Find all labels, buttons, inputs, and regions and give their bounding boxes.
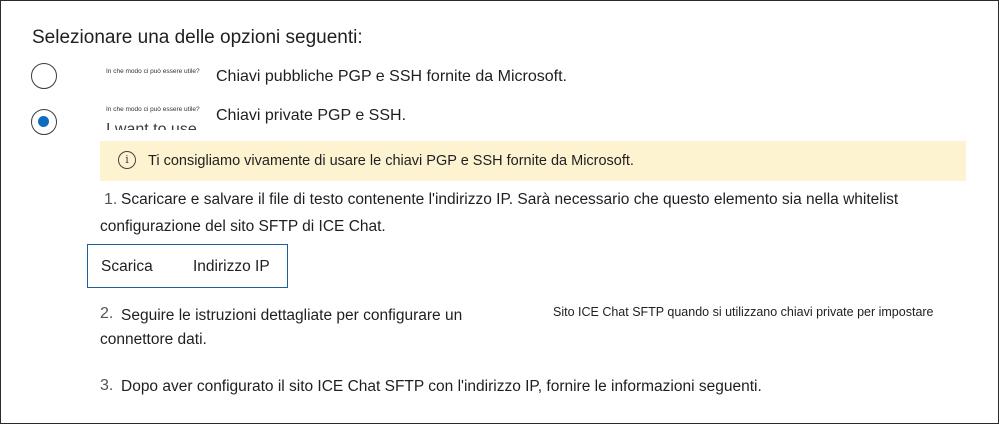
info-banner: i Ti consigliamo vivamente di usare le c… [100, 141, 966, 181]
step-2-text-continued: connettore dati. [100, 331, 207, 348]
option-label-private-keys[interactable]: Chiavi private PGP e SSH. [216, 107, 406, 125]
option-label-public-keys[interactable]: Chiavi pubbliche PGP e SSH fornite da Mi… [216, 68, 567, 86]
step-1-text: Scaricare e salvare il file di testo con… [121, 191, 899, 208]
step-1-text-continued: configurazione del sito SFTP di ICE Chat… [100, 218, 386, 235]
dialog-frame [0, 0, 999, 424]
step-3-text: Dopo aver configurato il sito ICE Chat S… [121, 378, 762, 395]
info-banner-text: Ti consigliamo vivamente di usare le chi… [148, 153, 634, 169]
step-2-text: Seguire le istruzioni dettagliate per co… [121, 307, 463, 324]
step-number: 2. [100, 305, 114, 322]
radio-private-keys[interactable] [31, 109, 57, 135]
info-icon: i [118, 151, 136, 169]
step-number: 3. [100, 377, 114, 394]
radio-public-keys[interactable] [31, 63, 57, 89]
ip-address-label: Indirizzo IP [193, 258, 270, 275]
option-hint: In che modo ci può essere utile? [106, 106, 200, 113]
step-number: 1. [104, 191, 118, 208]
clipped-text: I want to use [106, 121, 197, 131]
step-2-side-text: Sito ICE Chat SFTP quando si utilizzano … [553, 305, 934, 319]
download-ip-button[interactable]: Scarica Indirizzo IP [87, 244, 288, 288]
download-label: Scarica [101, 258, 153, 275]
options-heading: Selezionare una delle opzioni seguenti: [32, 27, 363, 48]
option-hint: In che modo ci può essere utile? [106, 68, 200, 75]
